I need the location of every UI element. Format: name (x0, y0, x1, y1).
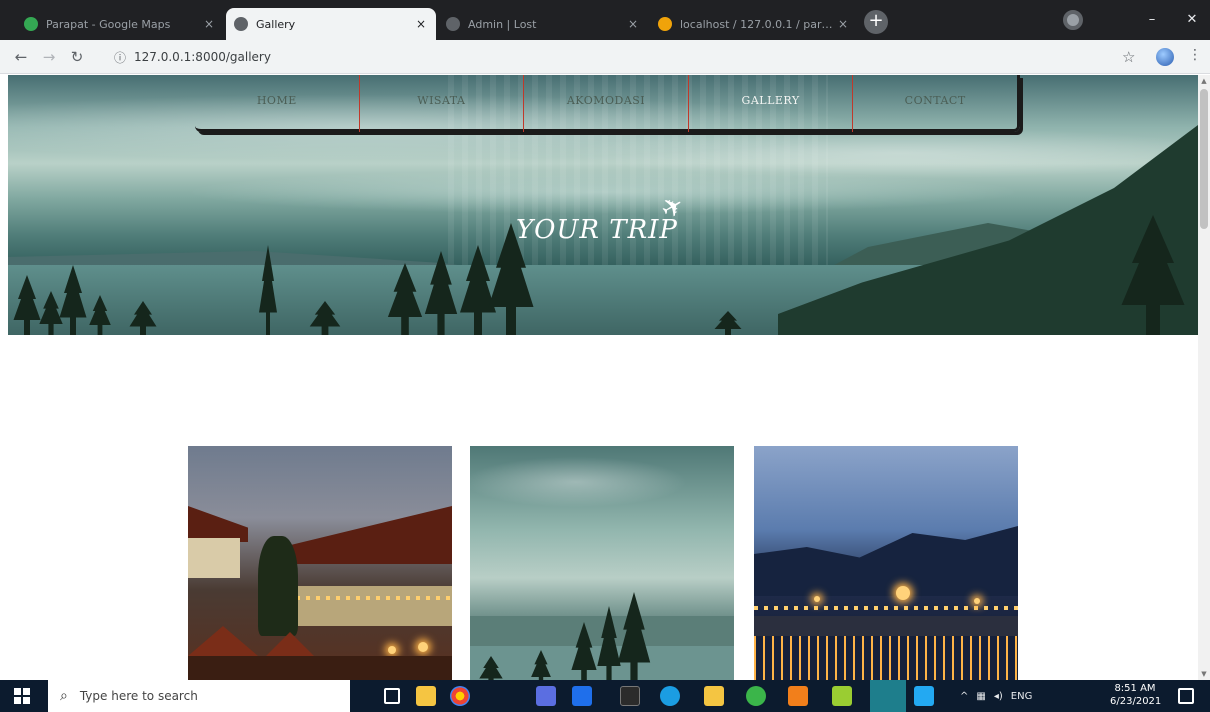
chevron-up-icon[interactable]: ^ (960, 691, 968, 702)
app-icon[interactable] (536, 686, 556, 706)
page-scrollbar[interactable]: ▲ ▼ (1198, 75, 1210, 680)
scrollbar-thumb[interactable] (1200, 89, 1208, 229)
search-placeholder: Type here to search (79, 689, 198, 703)
windows-taskbar: ⌕ Type here to search ^ ▦ ◂) ENG 8:51 AM… (0, 680, 1210, 712)
scroll-up-icon[interactable]: ▲ (1198, 75, 1210, 87)
browser-toolbar: ← → ↻ ⓘ 127.0.0.1:8000/gallery ☆ ⋮ (0, 40, 1210, 74)
url-text: 127.0.0.1:8000/gallery (134, 50, 271, 64)
system-tray: ^ ▦ ◂) ENG (960, 680, 1032, 712)
tab-title: localhost / 127.0.0.1 / parapat (680, 17, 836, 31)
main-nav: HOME WISATA AKOMODASI GALLERY CONTACT (195, 75, 1020, 132)
network-icon[interactable]: ▦ (976, 691, 985, 702)
tab-gallery[interactable]: Gallery × (226, 8, 436, 40)
tab-admin[interactable]: Admin | Lost × (438, 8, 648, 40)
globe-icon (234, 17, 248, 31)
nav-home[interactable]: HOME (195, 75, 359, 132)
forward-arrow-icon[interactable]: → (40, 48, 58, 66)
new-tab-button[interactable]: + (864, 10, 888, 34)
minimize-button[interactable]: – (1136, 8, 1168, 32)
photo-gallery (188, 446, 1018, 680)
nav-akomodasi[interactable]: AKOMODASI (523, 75, 688, 132)
address-bar[interactable]: ⓘ 127.0.0.1:8000/gallery (104, 44, 1104, 70)
close-tab-icon[interactable]: × (414, 17, 428, 31)
chrome-icon[interactable] (450, 686, 470, 706)
file-explorer-icon[interactable] (704, 686, 724, 706)
nav-wisata[interactable]: WISATA (358, 75, 524, 132)
hero-banner: HOME WISATA AKOMODASI GALLERY CONTACT YO… (8, 75, 1198, 335)
nav-gallery[interactable]: GALLERY (687, 75, 853, 132)
lake-reflections (754, 636, 1018, 680)
close-window-button[interactable]: ✕ (1176, 8, 1208, 32)
menu-dots-icon[interactable]: ⋮ (1188, 47, 1202, 63)
nav-contact[interactable]: CONTACT (852, 75, 1017, 132)
site-info-icon[interactable]: ⓘ (114, 49, 126, 66)
gallery-photo-hotel[interactable] (188, 446, 452, 680)
profile-avatar[interactable] (1156, 48, 1174, 66)
tray-language[interactable]: ENG (1011, 691, 1033, 702)
google-maps-favicon-icon (24, 17, 38, 31)
task-view-icon[interactable] (384, 688, 400, 704)
gallery-photo-lake[interactable] (470, 446, 734, 680)
app-icon[interactable] (746, 686, 766, 706)
volume-icon[interactable]: ◂) (994, 691, 1003, 702)
screen: Parapat - Google Maps × Gallery × Admin … (0, 0, 1210, 712)
taskbar-search-box[interactable]: ⌕ Type here to search (48, 680, 350, 712)
close-tab-icon[interactable]: × (836, 17, 850, 31)
reload-icon[interactable]: ↻ (68, 48, 86, 66)
phpmyadmin-favicon-icon (658, 17, 672, 31)
clock-time: 8:51 AM (1114, 683, 1156, 694)
tab-title: Gallery (256, 17, 296, 31)
back-arrow-icon[interactable]: ← (12, 48, 30, 66)
page-viewport: HOME WISATA AKOMODASI GALLERY CONTACT YO… (0, 75, 1210, 680)
taskbar-clock[interactable]: 8:51 AM 6/23/2021 (1110, 682, 1162, 708)
notepad-icon[interactable] (832, 686, 852, 706)
chrome-active-icon[interactable] (870, 680, 906, 712)
brand-logo: YOUR TRIP ✈ (478, 190, 718, 253)
app-icon[interactable] (572, 686, 592, 706)
notification-icon[interactable] (1178, 688, 1194, 704)
edge-icon[interactable] (660, 686, 680, 706)
gallery-photo-night-lake[interactable] (754, 446, 1018, 680)
browser-profile-icon[interactable] (1063, 10, 1083, 30)
brand-text: YOUR TRIP (516, 215, 678, 245)
globe-icon (446, 17, 460, 31)
tab-phpmyadmin[interactable]: localhost / 127.0.0.1 / parapat × (650, 8, 858, 40)
tab-google-maps[interactable]: Parapat - Google Maps × (16, 8, 224, 40)
bookmark-star-icon[interactable]: ☆ (1122, 48, 1135, 66)
xampp-icon[interactable] (788, 686, 808, 706)
close-tab-icon[interactable]: × (626, 17, 640, 31)
terminal-icon[interactable] (620, 686, 640, 706)
clock-date: 6/23/2021 (1110, 696, 1162, 707)
close-tab-icon[interactable]: × (202, 17, 216, 31)
tab-title: Admin | Lost (468, 17, 537, 31)
windows-start-icon[interactable] (14, 688, 30, 704)
scroll-down-icon[interactable]: ▼ (1198, 668, 1210, 680)
vscode-icon[interactable] (914, 686, 934, 706)
tab-title: Parapat - Google Maps (46, 17, 171, 31)
browser-tab-strip: Parapat - Google Maps × Gallery × Admin … (0, 0, 1210, 40)
microsoft-store-icon[interactable] (416, 686, 436, 706)
search-icon: ⌕ (60, 688, 68, 704)
